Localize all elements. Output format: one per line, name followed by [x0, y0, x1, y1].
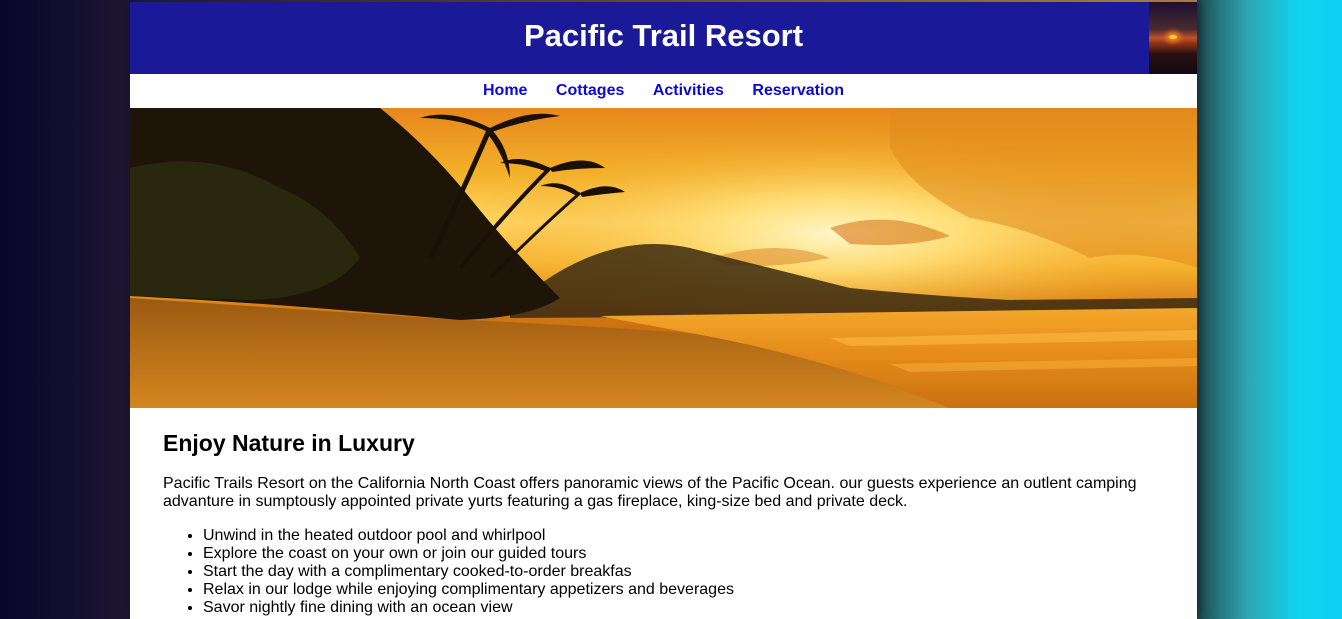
amenities-list: Unwind in the heated outdoor pool and wh…: [163, 527, 1163, 617]
list-item: Start the day with a complimentary cooke…: [203, 563, 1163, 581]
page-wrapper: Pacific Trail Resort Home Cottages Activ…: [130, 0, 1197, 619]
list-item: Savor nightly fine dining with an ocean …: [203, 599, 1163, 617]
site-title: Pacific Trail Resort: [523, 18, 804, 53]
intro-paragraph: Pacific Trails Resort on the California …: [163, 475, 1137, 510]
site-header: Pacific Trail Resort: [130, 2, 1149, 74]
main-content: Enjoy Nature in Luxury Pacific Trails Re…: [163, 408, 1163, 617]
page-background-left: [0, 0, 130, 619]
nav-home-link[interactable]: Home: [483, 74, 527, 108]
sun-icon: [1169, 35, 1177, 39]
nav-reservation-link[interactable]: Reservation: [752, 74, 844, 108]
hero-image: [130, 108, 1197, 408]
nav-activities-link[interactable]: Activities: [653, 74, 724, 108]
header-sunset-image: [1149, 2, 1197, 74]
list-item: Relax in our lodge while enjoying compli…: [203, 581, 1163, 599]
beach-sunset-illustration: [130, 108, 1197, 408]
page-heading: Enjoy Nature in Luxury: [163, 430, 415, 456]
list-item: Unwind in the heated outdoor pool and wh…: [203, 527, 1163, 545]
nav-cottages-link[interactable]: Cottages: [556, 74, 624, 108]
list-item: Explore the coast on your own or join ou…: [203, 545, 1163, 563]
main-nav: Home Cottages Activities Reservation: [130, 74, 1197, 108]
page-background-right: [1197, 0, 1342, 619]
